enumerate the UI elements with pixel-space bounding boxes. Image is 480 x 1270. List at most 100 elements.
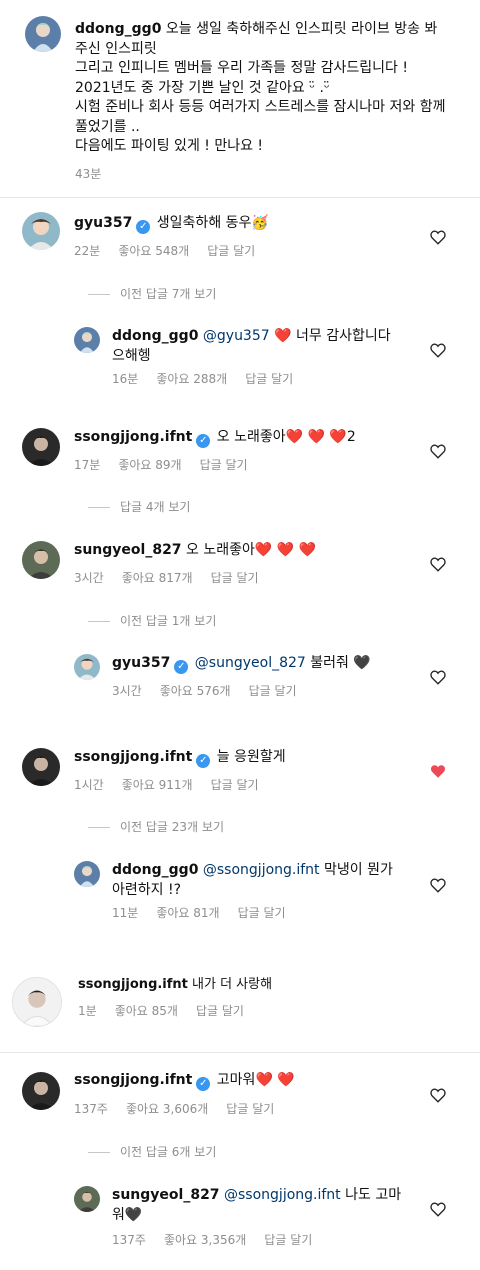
- reply-button[interactable]: 답글 달기: [196, 1002, 244, 1019]
- reply-button[interactable]: 답글 달기: [200, 456, 248, 473]
- verified-icon: ✓: [136, 220, 151, 234]
- caption-line-4: 2021년도 중 가장 기쁜 날인 것 같아요 ᵕ̈ .ᵕ̈: [75, 80, 330, 96]
- avatar-sungyeol[interactable]: [74, 1186, 100, 1212]
- comment-username[interactable]: gyu357: [74, 215, 132, 231]
- view-replies-button[interactable]: 이전 답글 7개 보기: [88, 285, 216, 302]
- avatar-ddong[interactable]: [74, 861, 100, 887]
- reply-3-1: gyu357 ✓ @sungyeol_827 불러줘 🖤: [112, 655, 371, 674]
- black-heart-icon: 🖤: [124, 1207, 143, 1223]
- comment-5: ssongjjong.ifnt 내가 더 사랑해: [78, 977, 273, 992]
- reply-username[interactable]: gyu357: [112, 655, 170, 671]
- view-replies-button[interactable]: 이전 답글 23개 보기: [88, 818, 224, 835]
- reply-time: 16분: [112, 372, 139, 386]
- likes-count[interactable]: 좋아요 817개: [122, 569, 193, 586]
- likes-count[interactable]: 좋아요 3,606개: [126, 1100, 208, 1117]
- comment-username[interactable]: sungyeol_827: [74, 542, 182, 558]
- like-heart-icon[interactable]: [429, 1086, 447, 1104]
- like-heart-icon[interactable]: [429, 442, 447, 460]
- comment-time: 3시간: [74, 571, 104, 585]
- avatar-gyu357[interactable]: [22, 212, 60, 250]
- comment-username[interactable]: ssongjjong.ifnt: [74, 1072, 192, 1088]
- comment-meta: 1시간 좋아요 911개 답글 달기: [74, 776, 277, 793]
- reply-button[interactable]: 답글 달기: [211, 776, 259, 793]
- reply-button[interactable]: 답글 달기: [238, 904, 286, 921]
- verified-icon: ✓: [196, 434, 211, 448]
- reply-time: 137주: [112, 1233, 146, 1247]
- reply-1-1-line-2: 으해헹: [112, 348, 151, 364]
- comment-meta: 137주 좋아요 3,606개 답글 달기: [74, 1100, 292, 1117]
- liked-heart-icon[interactable]: [429, 762, 447, 780]
- caption-line-5: 시험 준비나 회사 등등 여러가지 스트레스를 잠시나마 저와 함께: [75, 99, 446, 115]
- reply-button[interactable]: 답글 달기: [207, 242, 255, 259]
- mention-link[interactable]: @ssongjjong.ifnt: [224, 1187, 341, 1203]
- divider: [0, 1052, 480, 1053]
- divider: [88, 294, 110, 295]
- like-heart-icon[interactable]: [429, 228, 447, 246]
- likes-count[interactable]: 좋아요 89개: [118, 456, 181, 473]
- divider: [88, 827, 110, 828]
- like-heart-icon[interactable]: [429, 341, 447, 359]
- mention-link[interactable]: @gyu357: [203, 328, 270, 344]
- mention-link[interactable]: @ssongjjong.ifnt: [203, 862, 320, 878]
- reply-4-1-line-2: 아련하지 !?: [112, 882, 182, 898]
- comment-meta: 17분 좋아요 89개 답글 달기: [74, 456, 266, 473]
- likes-count[interactable]: 좋아요 548개: [118, 242, 189, 259]
- comment-time: 1시간: [74, 778, 104, 792]
- comment-username[interactable]: ssongjjong.ifnt: [74, 429, 192, 445]
- caption-line-3: 그리고 인피니트 멤버들 우리 가족들 정말 감사드립니다 !: [75, 60, 409, 76]
- likes-count[interactable]: 좋아요 85개: [115, 1002, 178, 1019]
- post-meta: 43분: [75, 165, 119, 182]
- likes-count[interactable]: 좋아요 3,356개: [164, 1231, 246, 1248]
- reply-username[interactable]: sungyeol_827: [112, 1187, 220, 1203]
- avatar-sungyeol[interactable]: [22, 541, 60, 579]
- like-heart-icon[interactable]: [429, 555, 447, 573]
- view-replies-button[interactable]: 이전 답글 1개 보기: [88, 612, 216, 629]
- like-heart-icon[interactable]: [429, 1200, 447, 1218]
- reply-button[interactable]: 답글 달기: [249, 682, 297, 699]
- reply-4-1: ddong_gg0 @ssongjjong.ifnt 막냉이 뭔가: [112, 862, 393, 878]
- reply-time: 3시간: [112, 684, 142, 698]
- likes-count[interactable]: 좋아요 81개: [156, 904, 219, 921]
- comment-meta: 1분 좋아요 85개 답글 달기: [78, 1002, 262, 1019]
- verified-icon: ✓: [174, 660, 189, 674]
- avatar-ddong[interactable]: [74, 327, 100, 353]
- verified-icon: ✓: [196, 754, 211, 768]
- reply-meta: 11분 좋아요 81개 답글 달기: [112, 904, 304, 921]
- like-heart-icon[interactable]: [429, 668, 447, 686]
- comment-time: 22분: [74, 244, 101, 258]
- post-username[interactable]: ddong_gg0: [75, 21, 161, 37]
- divider: [88, 1152, 110, 1153]
- reply-button[interactable]: 답글 달기: [264, 1231, 312, 1248]
- avatar-ddong[interactable]: [25, 16, 61, 52]
- view-replies-button[interactable]: 이전 답글 6개 보기: [88, 1143, 216, 1160]
- red-heart-icon: ❤️: [274, 328, 292, 344]
- reply-username[interactable]: ddong_gg0: [112, 862, 198, 878]
- likes-count[interactable]: 좋아요 288개: [156, 370, 227, 387]
- reply-button[interactable]: 답글 달기: [226, 1100, 274, 1117]
- likes-count[interactable]: 좋아요 911개: [122, 776, 193, 793]
- like-heart-icon[interactable]: [429, 876, 447, 894]
- comment-time: 137주: [74, 1102, 108, 1116]
- reply-button[interactable]: 답글 달기: [211, 569, 259, 586]
- reply-6-1-line-2: 워🖤: [112, 1207, 143, 1223]
- reply-username[interactable]: ddong_gg0: [112, 328, 198, 344]
- avatar-ssongjjong[interactable]: [22, 1072, 60, 1110]
- avatar-ssongjjong[interactable]: [22, 428, 60, 466]
- reply-button[interactable]: 답글 달기: [245, 370, 293, 387]
- caption-line-2: 주신 인스피릿: [75, 41, 157, 57]
- view-replies-button[interactable]: 답글 4개 보기: [88, 498, 190, 515]
- likes-count[interactable]: 좋아요 576개: [160, 682, 231, 699]
- comment-meta: 22분 좋아요 548개 답글 달기: [74, 242, 273, 259]
- comment-username[interactable]: ssongjjong.ifnt: [74, 749, 192, 765]
- comment-2: ssongjjong.ifnt ✓ 오 노래좋아❤️ ❤️ ❤️2: [74, 429, 356, 448]
- mention-link[interactable]: @sungyeol_827: [195, 655, 306, 671]
- avatar-gyu357[interactable]: [74, 654, 100, 680]
- comment-time: 17분: [74, 458, 101, 472]
- reply-meta: 16분 좋아요 288개 답글 달기: [112, 370, 311, 387]
- comment-username[interactable]: ssongjjong.ifnt: [78, 977, 188, 992]
- reply-meta: 3시간 좋아요 576개 답글 달기: [112, 682, 315, 699]
- post-time: 43분: [75, 167, 102, 181]
- avatar-ssongjjong[interactable]: [12, 977, 62, 1027]
- avatar-ssongjjong[interactable]: [22, 748, 60, 786]
- comment-4: ssongjjong.ifnt ✓ 늘 응원할게: [74, 749, 286, 768]
